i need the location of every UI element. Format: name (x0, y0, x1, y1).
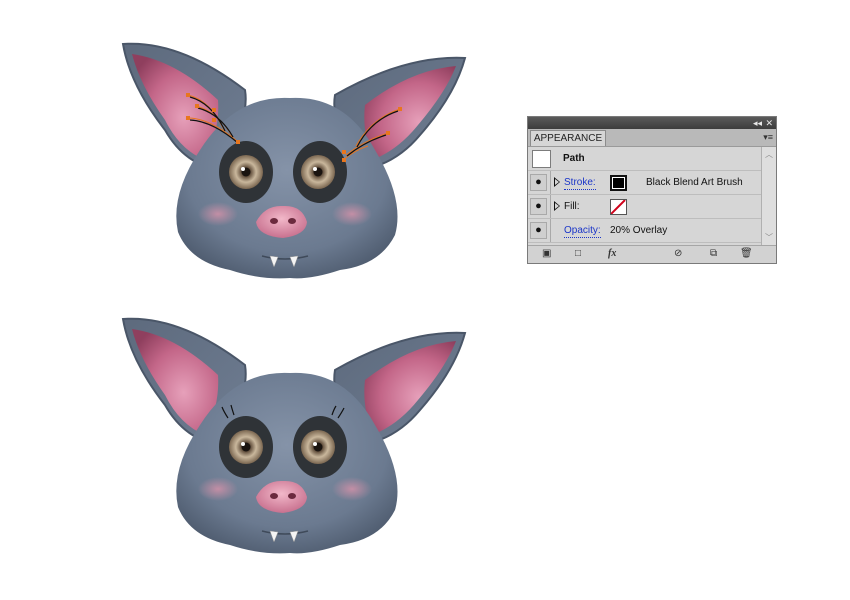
fill-row[interactable]: ● Fill: (528, 195, 761, 219)
appearance-list: Path ● Stroke: Black Blend Art Brush ● F… (528, 147, 761, 243)
panel-footer: ▣ □ fx ⊘ ⧉ 🗑 (528, 245, 776, 263)
right-cheek (332, 202, 372, 226)
panel-titlebar[interactable]: ◂◂ ✕ (528, 117, 776, 129)
fill-label[interactable]: Fill: (564, 201, 580, 213)
right-nostril (288, 218, 296, 224)
none-color-icon (611, 200, 626, 214)
right-eye-highlight (313, 442, 317, 446)
scroll-down-icon[interactable]: ﹀ (765, 232, 773, 243)
stroke-color-swatch[interactable] (610, 175, 627, 191)
panel-tab-row: APPEARANCE ▾≡ (528, 129, 776, 147)
panel-menu-icon[interactable]: ▾≡ (763, 132, 773, 142)
left-eye-highlight (241, 167, 245, 171)
clear-appearance-icon[interactable]: ⊘ (674, 248, 682, 260)
left-cheek (198, 477, 238, 501)
left-eye-highlight (241, 442, 245, 446)
stroke-label[interactable]: Stroke: (564, 177, 596, 190)
eye-icon[interactable]: ● (530, 198, 547, 215)
duplicate-item-icon[interactable]: ⧉ (710, 248, 717, 260)
bat-illustration-final (121, 317, 467, 554)
appearance-panel: ◂◂ ✕ APPEARANCE ▾≡ Path ● Stroke: Black … (527, 116, 777, 264)
collapse-panel-icon[interactable]: ◂◂ (753, 117, 762, 129)
left-nostril (270, 493, 278, 499)
close-panel-icon[interactable]: ✕ (765, 117, 773, 129)
opacity-value: 20% Overlay (610, 225, 668, 236)
stroke-row[interactable]: ● Stroke: Black Blend Art Brush (528, 171, 761, 195)
path-row[interactable]: Path (528, 147, 761, 171)
right-nostril (288, 493, 296, 499)
add-new-fill-icon[interactable]: □ (575, 248, 581, 260)
stroke-value: Black Blend Art Brush (646, 177, 743, 188)
eye-icon[interactable]: ● (530, 174, 547, 191)
scroll-up-icon[interactable]: ︿ (765, 149, 773, 160)
path-thumbnail (532, 150, 551, 168)
path-label: Path (563, 153, 585, 164)
tab-appearance[interactable]: APPEARANCE (530, 130, 606, 146)
opacity-label[interactable]: Opacity: (564, 225, 601, 238)
add-new-stroke-icon[interactable]: ▣ (542, 248, 551, 260)
right-eye-highlight (313, 167, 317, 171)
disclosure-triangle-icon[interactable] (554, 177, 560, 187)
fill-none-swatch[interactable] (610, 199, 627, 215)
left-nostril (270, 218, 278, 224)
disclosure-triangle-icon[interactable] (554, 201, 560, 211)
delete-item-icon[interactable]: 🗑 (740, 248, 753, 260)
eye-icon[interactable]: ● (530, 222, 547, 239)
right-cheek (332, 477, 372, 501)
panel-scrollbar[interactable]: ︿ ﹀ (761, 147, 776, 245)
opacity-row[interactable]: ● Opacity: 20% Overlay (528, 219, 761, 243)
add-effect-icon[interactable]: fx (608, 248, 616, 260)
bat-illustration-selected[interactable] (121, 42, 467, 279)
left-cheek (198, 202, 238, 226)
artboard (121, 42, 467, 554)
